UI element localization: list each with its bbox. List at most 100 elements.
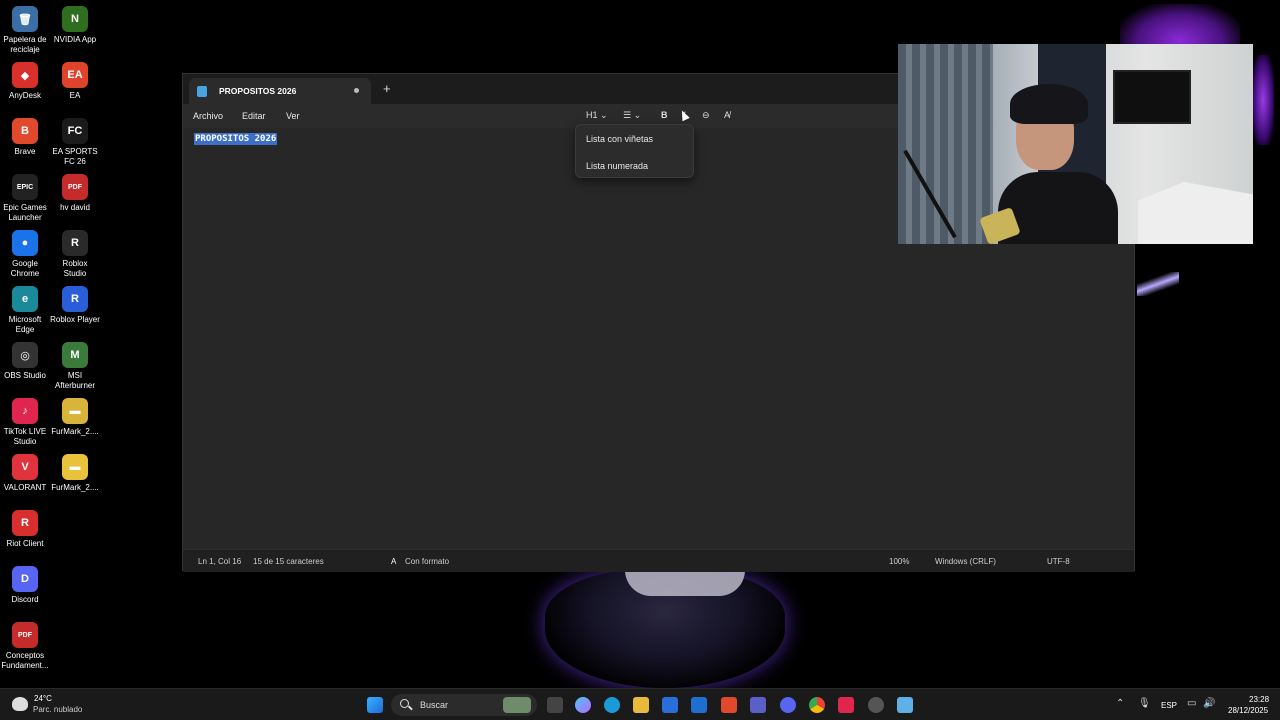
chrome-icon[interactable]: [809, 697, 825, 713]
store-icon[interactable]: [662, 697, 678, 713]
teams-icon[interactable]: [750, 697, 766, 713]
bold-button[interactable]: B: [661, 110, 668, 120]
desktop-icon[interactable]: R Roblox Studio: [50, 230, 100, 279]
desktop-icon-label: Brave: [14, 147, 36, 156]
app-icon: FC: [62, 118, 88, 144]
webcam-tv: [1113, 70, 1191, 124]
tab-title: PROPOSITOS 2026: [219, 86, 297, 96]
webcam-chair: [1138, 182, 1253, 244]
desktop-icon-label: NVIDIA App: [53, 35, 97, 44]
clear-format-button[interactable]: A̸: [724, 110, 730, 120]
menu-ver[interactable]: Ver: [286, 111, 300, 121]
volume-icon[interactable]: 🔊: [1203, 698, 1215, 709]
cursor-position: Ln 1, Col 16: [198, 557, 242, 566]
copilot-icon[interactable]: [575, 697, 591, 713]
microphone-icon[interactable]: 🎙: [1138, 698, 1151, 709]
desktop-icon-label: EA: [69, 91, 81, 100]
weather-temperature[interactable]: 24°C: [34, 694, 52, 703]
desktop-icon[interactable]: B Brave: [0, 118, 50, 157]
language-indicator[interactable]: ESP: [1161, 701, 1177, 710]
desktop-icon[interactable]: ◆ AnyDesk: [0, 62, 50, 101]
desktop-icon[interactable]: PDF Conceptos Fundament...: [0, 622, 50, 671]
tab-propositos[interactable]: PROPOSITOS 2026: [189, 78, 371, 104]
format-toggle-icon[interactable]: A: [391, 557, 396, 566]
line-ending[interactable]: Windows (CRLF): [935, 557, 996, 566]
encoding[interactable]: UTF-8: [1047, 557, 1070, 566]
task-view-icon[interactable]: [547, 697, 563, 713]
app-icon: PDF: [62, 174, 88, 200]
app-icon: ◆: [12, 62, 38, 88]
outlook-icon[interactable]: [691, 697, 707, 713]
desktop-icon[interactable]: e Microsoft Edge: [0, 286, 50, 335]
desktop-icon[interactable]: N NVIDIA App: [50, 6, 100, 45]
taskbar: 24°C Parc. nublado Buscar ⌃ 🎙 ESP ▭ 🔊 23…: [0, 688, 1280, 720]
desktop-icon-label: Papelera de reciclaje: [3, 35, 47, 54]
desktop-icon[interactable]: EA EA: [50, 62, 100, 101]
app-icon: e: [12, 286, 38, 312]
webcam-curtain: [898, 44, 993, 244]
desktop-icon-label: Conceptos Fundament...: [1, 651, 49, 670]
app-icon: ▬: [62, 454, 88, 480]
desktop-icon-label: Google Chrome: [10, 259, 40, 278]
app-icon: R: [12, 510, 38, 536]
clock-date[interactable]: 28/12/2025: [1228, 706, 1268, 715]
document-text[interactable]: PROPOSITOS 2026: [194, 133, 278, 145]
notepad-icon: [197, 85, 207, 97]
app-icon: EA: [62, 62, 88, 88]
menu-archivo[interactable]: Archivo: [193, 111, 223, 121]
desktop-icon[interactable]: PDF hv david: [50, 174, 100, 213]
desktop-icon-label: Discord: [11, 595, 39, 604]
desktop-icon[interactable]: R Riot Client: [0, 510, 50, 549]
app-icon: ♪: [12, 398, 38, 424]
desktop-icon-label: FurMark_2....: [51, 483, 99, 492]
desktop-icon[interactable]: V VALORANT: [0, 454, 50, 493]
file-explorer-icon[interactable]: [633, 697, 649, 713]
weather-cloud-icon[interactable]: [12, 697, 28, 711]
app-icon: V: [12, 454, 38, 480]
windows-start-icon[interactable]: [367, 697, 383, 713]
link-button[interactable]: ⊖: [702, 110, 710, 121]
list-dropdown[interactable]: ☰ ⌄: [623, 110, 641, 121]
weather-description[interactable]: Parc. nublado: [33, 705, 82, 714]
new-tab-button[interactable]: +: [383, 82, 391, 96]
desktop-icon[interactable]: ♪ TikTok LIVE Studio: [0, 398, 50, 447]
network-icon[interactable]: ▭: [1187, 698, 1196, 709]
desktop-icon[interactable]: ▬ FurMark_2....: [50, 454, 100, 493]
menu-item-numbered-list[interactable]: Lista numerada: [586, 161, 648, 171]
desktop-icon[interactable]: ● Google Chrome: [0, 230, 50, 279]
discord-icon[interactable]: [780, 697, 796, 713]
desktop-icon-label: Roblox Player: [50, 315, 100, 324]
unsaved-dot-icon: [354, 88, 359, 93]
app-icon: 🗑: [12, 6, 38, 32]
obs-icon[interactable]: [868, 697, 884, 713]
menu-editar[interactable]: Editar: [242, 111, 266, 121]
desktop-icon[interactable]: M MSI Afterburner: [50, 342, 100, 391]
desktop-icon[interactable]: ◎ OBS Studio: [0, 342, 50, 381]
desktop-icon[interactable]: ▬ FurMark_2....: [50, 398, 100, 437]
menu-item-bulleted-list[interactable]: Lista con viñetas: [586, 134, 653, 144]
notepad-taskbar-icon[interactable]: [897, 697, 913, 713]
format-status[interactable]: Con formato: [405, 557, 449, 566]
app-icon: ●: [12, 230, 38, 256]
edge-icon[interactable]: [604, 697, 620, 713]
desktop-icon[interactable]: R Roblox Player: [50, 286, 100, 325]
desktop-icon[interactable]: 🗑 Papelera de reciclaje: [0, 6, 50, 55]
brave-icon[interactable]: [721, 697, 737, 713]
heading-dropdown[interactable]: H1 ⌄: [586, 110, 608, 121]
tray-chevron-up-icon[interactable]: ⌃: [1116, 698, 1124, 709]
clock-time[interactable]: 23:28: [1249, 695, 1269, 704]
tiktok-live-icon[interactable]: [838, 697, 854, 713]
search-highlight-icon: [503, 697, 531, 713]
desktop-icon-label: MSI Afterburner: [54, 371, 96, 390]
desktop-icon-label: OBS Studio: [4, 371, 46, 380]
desktop-icon[interactable]: EPIC Epic Games Launcher: [0, 174, 50, 223]
desktop-icon-label: FurMark_2....: [51, 427, 99, 436]
zoom-level[interactable]: 100%: [889, 557, 909, 566]
list-dropdown-menu: Lista con viñetas Lista numerada: [575, 124, 694, 178]
taskbar-search[interactable]: Buscar: [391, 694, 537, 716]
app-icon: M: [62, 342, 88, 368]
app-icon: PDF: [12, 622, 38, 648]
desktop-icon[interactable]: D Discord: [0, 566, 50, 605]
status-bar: Ln 1, Col 16 15 de 15 caracteres A Con f…: [183, 549, 1134, 572]
desktop-icon[interactable]: FC EA SPORTS FC 26: [50, 118, 100, 167]
